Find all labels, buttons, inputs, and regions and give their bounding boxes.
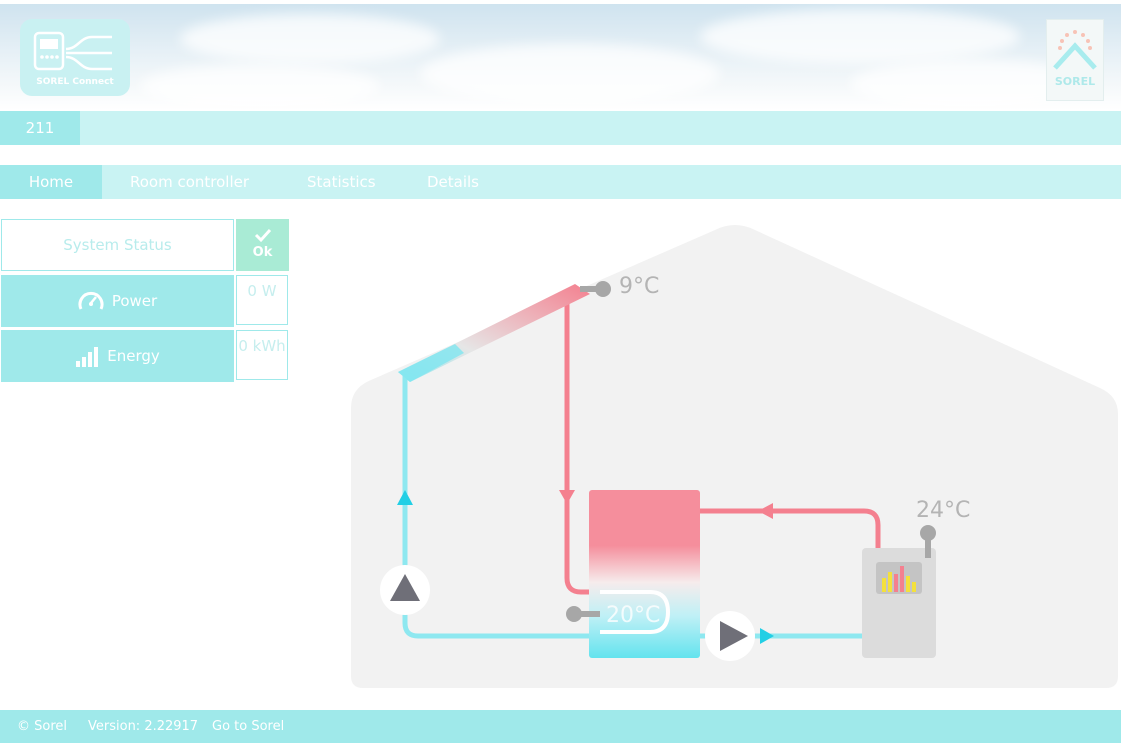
- footer-version: Version: 2.22917: [88, 719, 199, 734]
- system-status-label: System Status: [1, 219, 234, 271]
- sorel-brand-logo[interactable]: SOREL: [1046, 19, 1104, 101]
- page-footer: © Sorel Version: 2.22917 Go to Sorel: [0, 710, 1121, 743]
- boiler-temp: 24°C: [916, 498, 970, 523]
- device-id-tab[interactable]: 211: [0, 111, 80, 145]
- app-logo-label: SOREL Connect: [36, 77, 114, 87]
- connect-icon: [33, 31, 112, 71]
- signal-bars-icon: [76, 347, 99, 367]
- system-diagram: 9°C 20°C 24°C: [351, 225, 1118, 688]
- status-ok-text: Ok: [252, 245, 273, 260]
- page-header: SOREL Connect SOREL: [0, 4, 1121, 110]
- tab-details[interactable]: Details: [427, 165, 479, 199]
- go-to-sorel-link[interactable]: Go to Sorel: [212, 710, 284, 743]
- sun-house-icon: [1053, 30, 1097, 70]
- collector-pump: [380, 565, 430, 615]
- power-button[interactable]: Power: [1, 275, 234, 327]
- energy-label: Energy: [107, 347, 160, 365]
- tab-home[interactable]: Home: [0, 165, 102, 199]
- energy-value: 0 kWh: [236, 330, 288, 380]
- checkmark-icon: [254, 228, 272, 243]
- tab-statistics[interactable]: Statistics: [307, 165, 376, 199]
- power-label: Power: [111, 292, 158, 310]
- speedometer-icon: [78, 291, 104, 310]
- tab-room-controller[interactable]: Room controller: [130, 165, 249, 199]
- power-value: 0 W: [236, 275, 288, 325]
- sorel-connect-logo[interactable]: SOREL Connect: [20, 19, 130, 96]
- brand-logo-label: SOREL: [1054, 75, 1096, 88]
- status-ok-badge: Ok: [236, 219, 289, 271]
- device-bar: 211: [0, 111, 1121, 145]
- main-nav: Home Room controller Statistics Details: [0, 165, 1121, 199]
- footer-copyright: © Sorel: [17, 719, 68, 734]
- energy-button[interactable]: Energy: [1, 330, 234, 382]
- tank-temp: 20°C: [606, 603, 660, 628]
- boiler-pump: [705, 611, 755, 661]
- collector-temp: 9°C: [619, 274, 659, 299]
